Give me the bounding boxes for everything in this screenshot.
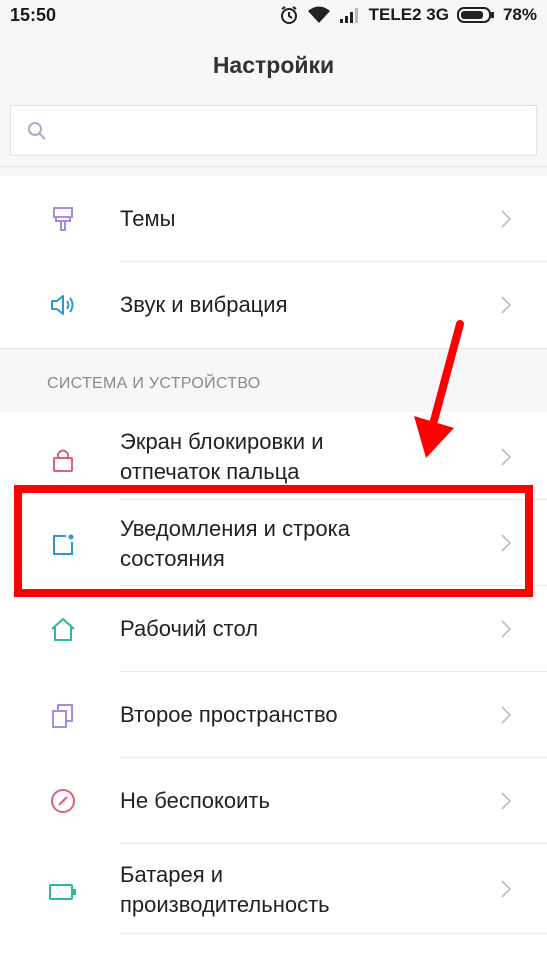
dual-space-icon (47, 700, 79, 732)
settings-item-label: Рабочий стол (120, 616, 259, 641)
settings-item-do-not-disturb[interactable]: Не беспокоить (0, 758, 547, 844)
section-title: СИСТЕМА И УСТРОЙСТВО (47, 375, 261, 392)
search-box[interactable] (10, 105, 537, 156)
do-not-disturb-icon (47, 785, 79, 817)
status-bar: 15:50 TELE2 3G 78% (0, 0, 547, 30)
home-icon (47, 614, 79, 646)
chevron-right-icon (500, 879, 512, 904)
signal-icon (339, 6, 361, 24)
chevron-right-icon (500, 209, 512, 234)
battery-saver-icon (47, 876, 79, 908)
speaker-icon (47, 289, 79, 321)
chevron-right-icon (500, 295, 512, 320)
wifi-icon (307, 6, 331, 24)
settings-item-themes[interactable]: Темы (0, 176, 547, 262)
app-header: Настройки (0, 30, 547, 100)
settings-item-battery[interactable]: Батарея и производительность (0, 844, 547, 934)
battery-icon (456, 6, 495, 24)
divider (0, 166, 547, 167)
search-input[interactable] (59, 114, 523, 150)
status-time: 15:50 (10, 5, 57, 25)
alarm-icon (279, 5, 299, 25)
settings-item-label: Второе пространство (120, 702, 338, 727)
settings-item-label: Звук и вибрация (120, 292, 288, 317)
chevron-right-icon (500, 447, 512, 472)
lock-icon (47, 444, 79, 476)
row-separator (120, 933, 547, 934)
carrier-label: TELE2 3G (368, 5, 449, 24)
status-icons: TELE2 3G 78% (279, 4, 537, 26)
battery-percent: 78% (502, 5, 537, 24)
settings-item-second-space[interactable]: Второе пространство (0, 672, 547, 758)
chevron-right-icon (500, 705, 512, 730)
settings-item-label: Не беспокоить (120, 788, 270, 813)
brush-icon (47, 203, 79, 235)
settings-item-label: Экран блокировки и отпечаток пальца (120, 429, 324, 484)
highlight-box (14, 485, 533, 597)
search-icon (27, 121, 47, 146)
red-arrow-annotation (414, 320, 464, 458)
chevron-right-icon (500, 619, 512, 644)
settings-item-label: Темы (120, 206, 176, 231)
settings-item-desktop[interactable]: Рабочий стол (0, 586, 547, 672)
settings-item-label: Батарея и производительность (120, 862, 330, 917)
page-title: Настройки (212, 51, 335, 78)
chevron-right-icon (500, 791, 512, 816)
